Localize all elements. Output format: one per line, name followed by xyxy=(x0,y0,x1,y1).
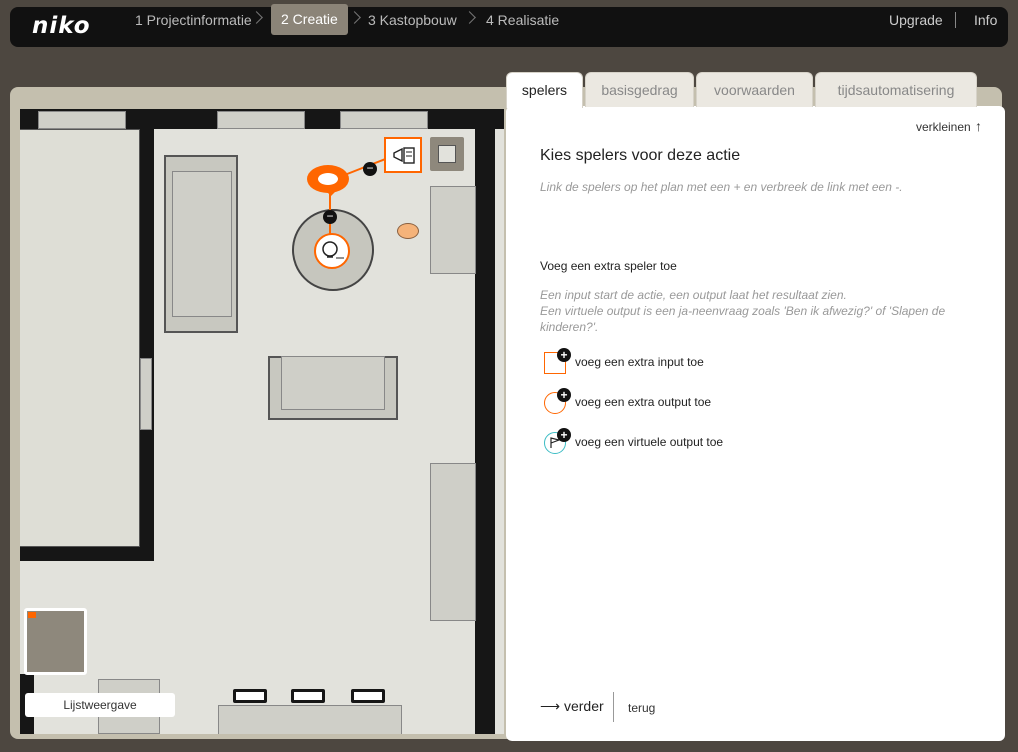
back-button[interactable]: terug xyxy=(628,701,655,715)
tab-tijdsautomatisering[interactable]: tijdsautomatisering xyxy=(815,72,977,107)
tab-basisgedrag[interactable]: basisgedrag xyxy=(585,72,694,107)
unlink-button-switch[interactable]: − xyxy=(363,162,377,176)
add-player-help-3: kinderen?'. xyxy=(540,320,599,334)
add-input-button[interactable]: + voeg een extra input toe xyxy=(540,348,740,376)
speech-icon xyxy=(318,173,338,185)
plus-icon: + xyxy=(557,428,571,442)
input-switch[interactable] xyxy=(384,137,422,173)
panel-title: Kies spelers voor deze actie xyxy=(540,147,741,164)
add-player-heading: Voeg een extra speler toe xyxy=(540,259,677,273)
tab-spelers[interactable]: spelers xyxy=(506,72,583,108)
tab-voorwaarden[interactable]: voorwaarden xyxy=(696,72,813,107)
collapse-link[interactable]: verkleinen xyxy=(916,120,971,134)
lightbulb-icon xyxy=(322,241,344,259)
next-button[interactable]: ⟶ verder xyxy=(540,698,604,715)
arrow-right-icon: ⟶ xyxy=(540,698,561,714)
add-output-label: voeg een extra output toe xyxy=(575,395,712,409)
add-player-help-2: Een virtuele output is een ja-neenvraag … xyxy=(540,304,946,318)
add-virtual-output-label: voeg een virtuele output toe xyxy=(575,435,724,449)
add-output-button[interactable]: + voeg een extra output toe xyxy=(540,388,740,416)
speech-bubble-tail xyxy=(325,190,337,196)
button-divider xyxy=(613,692,614,722)
unlinked-speech-bubble[interactable] xyxy=(397,223,419,239)
switch-icon xyxy=(393,147,415,164)
output-lamp[interactable] xyxy=(314,233,350,269)
add-input-label: voeg een extra input toe xyxy=(575,355,704,369)
arrow-up-icon[interactable]: ↑ xyxy=(975,118,982,134)
panel-intro: Link de spelers op het plan met een + en… xyxy=(540,180,903,194)
next-label: verder xyxy=(563,698,604,714)
plus-icon: + xyxy=(557,348,571,362)
list-view-button[interactable]: Lijstweergave xyxy=(25,693,175,717)
plus-icon: + xyxy=(557,388,571,402)
add-player-help-1: Een input start de actie, een output laa… xyxy=(540,288,847,302)
minimap-marker xyxy=(28,612,36,618)
add-virtual-output-button[interactable]: + voeg een virtuele output toe xyxy=(540,428,760,456)
action-panel xyxy=(506,106,1005,741)
output-speech-bubble[interactable] xyxy=(307,165,349,193)
plan-minimap[interactable] xyxy=(24,608,87,675)
unlink-button-lamp[interactable]: − xyxy=(323,210,337,224)
